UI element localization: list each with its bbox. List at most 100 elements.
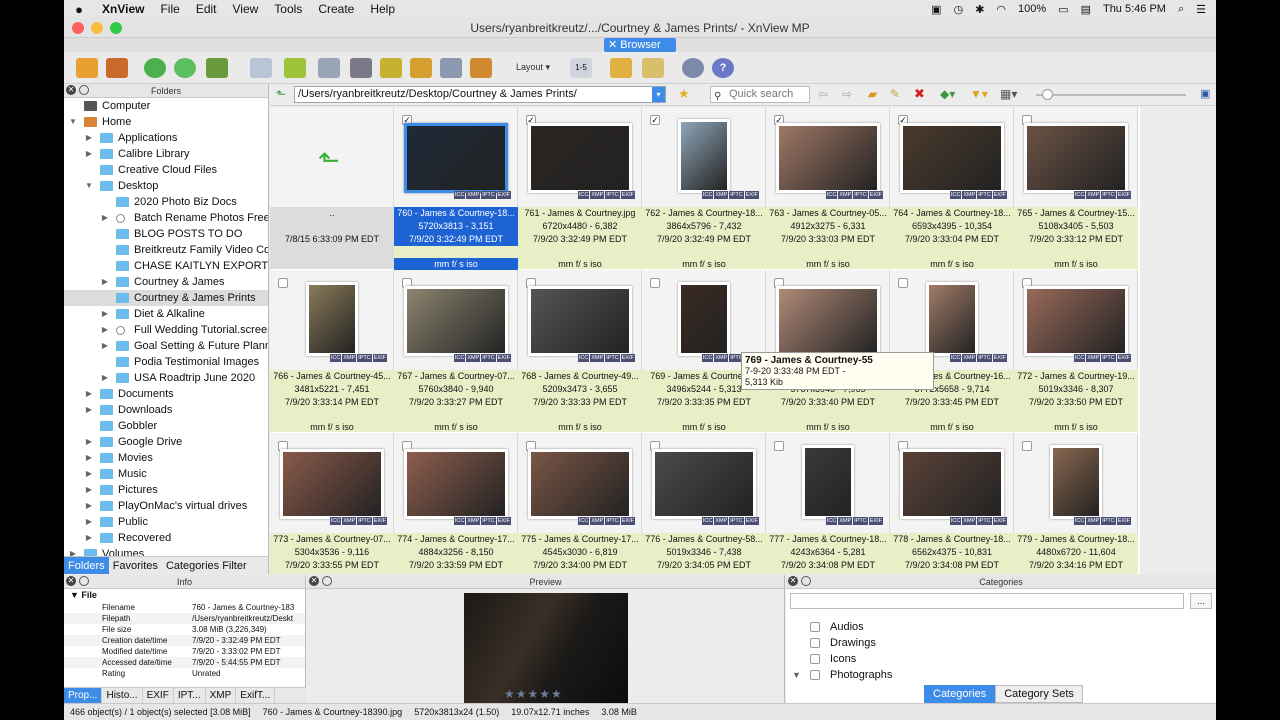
tab-xmp[interactable]: XMP: [206, 688, 237, 703]
new-folder-icon[interactable]: ▰: [868, 87, 877, 101]
folder-tree-item[interactable]: ▶ Movies: [64, 450, 268, 466]
thumbnail-cell[interactable]: ICC XMP IPTC EXIF 776 - James & Courtney-58.…: [642, 433, 766, 574]
folder-tree-item[interactable]: ▶ Full Wedding Tutorial.screer: [64, 322, 268, 338]
expander-arrow-icon[interactable]: ▶: [84, 450, 94, 466]
thumbnail-image[interactable]: [306, 282, 358, 356]
thumbnail-image[interactable]: [900, 449, 1004, 519]
battery-icon[interactable]: ▭: [1058, 3, 1068, 16]
slider-handle[interactable]: [1042, 89, 1053, 100]
category-more-button[interactable]: ...: [1190, 593, 1212, 609]
file-info-icon[interactable]: [250, 58, 272, 78]
forward-arrow-icon[interactable]: ⇨: [842, 87, 852, 101]
print-icon[interactable]: [350, 58, 372, 78]
refresh-icon[interactable]: [144, 58, 166, 78]
thumbnail-checkbox[interactable]: [898, 278, 908, 288]
expander-arrow-icon[interactable]: ▶: [100, 306, 110, 322]
folder-tree-item[interactable]: 2020 Photo Biz Docs: [64, 194, 268, 210]
menu-edit[interactable]: Edit: [188, 2, 225, 16]
category-checkbox[interactable]: [810, 638, 820, 648]
expander-arrow-icon[interactable]: ▶: [84, 498, 94, 514]
thumbnail-cell[interactable]: ICCXMPIPTCEXIF769 - James & Courtney-...…: [642, 270, 766, 432]
settings-gear-icon[interactable]: [682, 58, 704, 78]
folder-tree-item[interactable]: Podia Testimonial Images: [64, 354, 268, 370]
expander-arrow-icon[interactable]: ▼: [68, 114, 78, 130]
expander-arrow-icon[interactable]: ▶: [84, 466, 94, 482]
thumbnail-image[interactable]: [802, 445, 854, 519]
category-checkbox[interactable]: [810, 654, 820, 664]
path-input[interactable]: /Users/ryanbreitkreutz/Desktop/Courtney …: [294, 86, 666, 103]
expander-arrow-icon[interactable]: ▶: [68, 546, 78, 556]
thumbnail-cell[interactable]: ICC XMP IPTC EXIF 772 - James & Courtney-19.…: [1014, 270, 1138, 432]
tab-favorites[interactable]: Favorites: [109, 557, 162, 574]
panel-toggle-icon[interactable]: ▣: [1200, 87, 1210, 100]
close-tab-icon[interactable]: ✕: [608, 39, 617, 51]
folder-tree-item[interactable]: Creative Cloud Files: [64, 162, 268, 178]
sort-range-button[interactable]: 1-5: [570, 58, 592, 78]
thumbnail-cell[interactable]: ICC XMP IPTC EXIF 775 - James & Courtney-17.…: [518, 433, 642, 574]
category-item[interactable]: ▼ Photographs: [786, 667, 1216, 683]
thumbnail-cell[interactable]: ICC XMP IPTC EXIF 766 - James & Courtney-45.…: [270, 270, 394, 432]
menu-create[interactable]: Create: [310, 2, 362, 16]
tab-folders[interactable]: Folders: [64, 557, 109, 574]
thumbnail-image[interactable]: [776, 123, 880, 193]
categories-icon[interactable]: [206, 58, 228, 78]
tab-properties[interactable]: Prop...: [64, 688, 103, 703]
thumbnail-cell[interactable]: ICC XMP IPTC EXIF 767 - James & Courtney-07.…: [394, 270, 518, 432]
float-panel-icon[interactable]: [79, 85, 89, 95]
folder-tree-item[interactable]: ▶ Goal Setting & Future Plann: [64, 338, 268, 354]
thumbnail-size-slider[interactable]: [1036, 94, 1186, 96]
thumbnail-cell[interactable]: ✓ ICC XMP IPTC EXIF 761 - James & Courtney.jp…: [518, 107, 642, 269]
expander-arrow-icon[interactable]: ▶: [100, 322, 110, 338]
expander-arrow-icon[interactable]: ▶: [100, 210, 110, 226]
control-center-icon[interactable]: ☰: [1196, 3, 1206, 16]
thumbnail-image[interactable]: [528, 286, 632, 356]
thumbnail-cell[interactable]: ICC XMP IPTC EXIF 777 - James & Courtney-18.…: [766, 433, 890, 574]
expander-arrow-icon[interactable]: ▶: [100, 338, 110, 354]
tab-category-sets[interactable]: Category Sets: [995, 685, 1083, 703]
thumbnail-view-icon[interactable]: ▦▾: [1000, 87, 1017, 101]
menu-file[interactable]: File: [152, 2, 187, 16]
tab-iptc[interactable]: IPT...: [174, 688, 206, 703]
parent-folder-cell[interactable]: ⬑.. 7/8/15 6:33:09 PM EDT: [270, 107, 394, 269]
menu-app[interactable]: XnView: [94, 2, 152, 16]
rotate-icon[interactable]: [174, 58, 196, 78]
close-panel-icon[interactable]: ✕: [309, 576, 319, 586]
expander-arrow-icon[interactable]: ▶: [100, 274, 110, 290]
sort-icon[interactable]: ◆▾: [940, 87, 955, 101]
thumbnail-cell[interactable]: ICC XMP IPTC EXIF 773 - James & Courtney-07.…: [270, 433, 394, 574]
fullscreen-icon[interactable]: [106, 58, 128, 78]
thumbnail-image[interactable]: [678, 282, 730, 356]
folder-tree-item[interactable]: CHASE KAITLYN EXPORTS: [64, 258, 268, 274]
thumbnail-cell[interactable]: ✓ ICC XMP IPTC EXIF 763 - James & Courtney-05…: [766, 107, 890, 269]
thumbnail-checkbox[interactable]: [774, 441, 784, 451]
expander-arrow-icon[interactable]: ▶: [84, 530, 94, 546]
thumbnail-checkbox[interactable]: [650, 278, 660, 288]
category-item[interactable]: Icons: [786, 651, 1216, 667]
clock-icon[interactable]: ◷: [954, 3, 964, 16]
menu-tools[interactable]: Tools: [266, 2, 310, 16]
thumbnail-image[interactable]: [404, 449, 508, 519]
minimize-window-button[interactable]: [91, 22, 103, 34]
folder-tree-item[interactable]: Computer: [64, 98, 268, 114]
flag-icon[interactable]: ▤: [1081, 3, 1091, 16]
favorite-star-icon[interactable]: ★: [678, 86, 690, 102]
menu-help[interactable]: Help: [362, 2, 403, 16]
folder-tree-item[interactable]: ▼ Home: [64, 114, 268, 130]
expander-arrow-icon[interactable]: ▶: [84, 402, 94, 418]
thumbnail-cell[interactable]: ICCXMPIPTCEXIF770 - James & Courtney-92.…: [766, 270, 890, 432]
close-window-button[interactable]: [72, 22, 84, 34]
go-up-icon[interactable]: ⬑: [276, 87, 286, 101]
folder-tree-item[interactable]: Courtney & James Prints: [64, 290, 268, 306]
thumbnail-image[interactable]: [1050, 445, 1102, 519]
expander-arrow-icon[interactable]: ▶: [84, 434, 94, 450]
folder-tree-item[interactable]: ▶ Diet & Alkaline: [64, 306, 268, 322]
thumbnail-image[interactable]: [926, 282, 978, 356]
thumbnail-checkbox[interactable]: [1022, 441, 1032, 451]
expander-arrow-icon[interactable]: ▶: [84, 386, 94, 402]
wifi-icon[interactable]: ◠: [996, 3, 1006, 16]
category-input[interactable]: [790, 593, 1184, 609]
thumbnail-image[interactable]: [528, 449, 632, 519]
thumbnail-cell[interactable]: ✓ ICC XMP IPTC EXIF 760 - James & Courtney-18…: [394, 107, 518, 271]
quick-search-input[interactable]: ⚲ Quick search: [710, 86, 810, 103]
delete-icon[interactable]: ✖: [914, 86, 925, 102]
